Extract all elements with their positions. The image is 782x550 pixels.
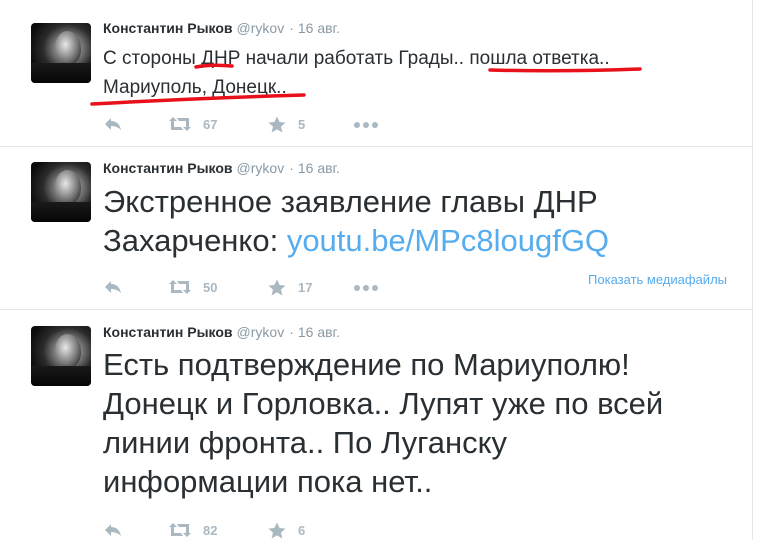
tweet-date[interactable]: 16 авг.: [298, 324, 340, 340]
separator-dot: ·: [289, 160, 294, 176]
favorite-icon: [268, 279, 286, 296]
tweet-header: Константин Рыков @rykov · 16 авг.: [103, 160, 340, 176]
tweet-header: Константин Рыков @rykov · 16 авг.: [103, 324, 340, 340]
tweet-text: Есть подтверждение по Мариуполю! Донецк …: [103, 345, 743, 501]
tweet-text-line: информации пока нет..: [103, 464, 433, 499]
timeline: Константин Рыков @rykov · 16 авг. С стороны…: [0, 0, 753, 540]
retweet-count: 50: [203, 280, 218, 295]
retweet-icon: [169, 523, 191, 537]
retweet-icon: [169, 117, 191, 131]
tweet-actions: 67 5: [103, 115, 743, 135]
tweet-text-line: Захарченко: youtu.be/MPc8lougfGQ: [103, 221, 743, 260]
avatar[interactable]: [31, 326, 91, 386]
author-handle[interactable]: @rykov: [237, 160, 285, 176]
tweet-text: Экстренное заявление главы ДНР Захарченк…: [103, 182, 743, 260]
favorite-count: 5: [298, 117, 306, 132]
tweet-actions: 50 17 Показать медиафайлы: [103, 272, 743, 298]
avatar[interactable]: [31, 162, 91, 222]
reply-icon: [105, 118, 121, 130]
tweet[interactable]: Константин Рыков @rykov · 16 авг. С стороны…: [0, 0, 752, 147]
favorite-icon: [268, 522, 286, 539]
retweet-icon: [169, 280, 191, 294]
tweet[interactable]: Константин Рыков @rykov · 16 авг. Есть подт…: [0, 310, 752, 550]
reply-icon: [105, 281, 121, 293]
favorite-icon: [268, 116, 286, 133]
retweet-count: 67: [203, 117, 218, 132]
show-media-link[interactable]: Показать медиафайлы: [588, 272, 727, 287]
favorite-count: 17: [298, 280, 313, 295]
author-name[interactable]: Константин Рыков: [103, 324, 233, 340]
retweet-count: 82: [203, 523, 218, 538]
tweet-text-line: линии фронта.. По Луганску: [103, 425, 508, 460]
tweet-text-prefix: Захарченко:: [103, 223, 287, 258]
tweet[interactable]: Константин Рыков @rykov · 16 авг. Экстренно…: [0, 147, 752, 310]
separator-dot: ·: [289, 324, 294, 340]
tweet-date[interactable]: 16 авг.: [298, 160, 340, 176]
more-icon: [354, 285, 378, 291]
tweet-text-line: Донецк и Горловка.. Лупят уже по всей: [103, 386, 664, 421]
tweet-actions: 82 6: [103, 521, 743, 541]
author-name[interactable]: Константин Рыков: [103, 160, 233, 176]
reply-icon: [105, 524, 121, 536]
tweet-link[interactable]: youtu.be/MPc8lougfGQ: [287, 223, 609, 258]
author-handle[interactable]: @rykov: [237, 324, 285, 340]
more-icon: [354, 122, 378, 128]
tweet-text-line: Экстренное заявление главы ДНР: [103, 184, 598, 219]
favorite-count: 6: [298, 523, 306, 538]
tweet-text-line: Есть подтверждение по Мариуполю!: [103, 347, 630, 382]
